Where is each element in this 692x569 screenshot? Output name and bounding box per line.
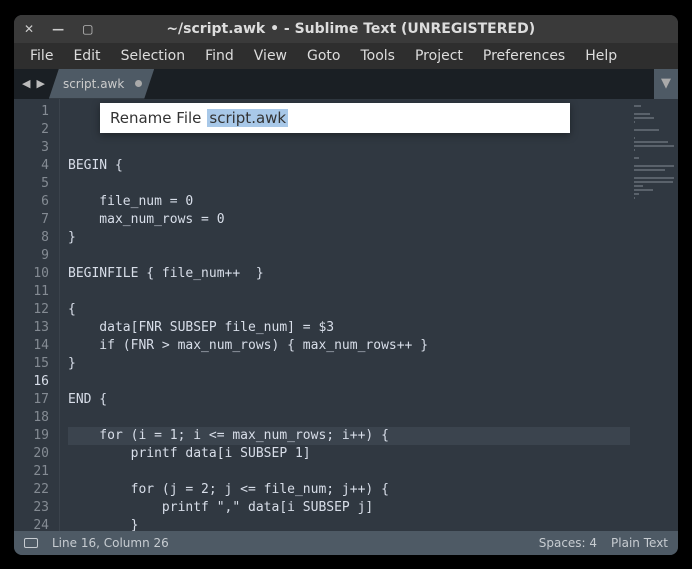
code-line[interactable]: if (FNR > max_num_rows) { max_num_rows++… [68, 337, 630, 355]
minimap-line [634, 177, 674, 179]
line-number: 6 [18, 193, 49, 211]
line-number: 14 [18, 337, 49, 355]
minimap-line [634, 181, 673, 183]
minimap-line [634, 137, 635, 139]
nav-forward-icon[interactable]: ▶ [36, 77, 44, 90]
line-number: 13 [18, 319, 49, 337]
minimap-line [634, 121, 635, 123]
menu-preferences[interactable]: Preferences [475, 44, 573, 68]
nav-back-icon[interactable]: ◀ [22, 77, 30, 90]
code-line[interactable]: data[FNR SUBSEP file_num] = $3 [68, 319, 630, 337]
titlebar: ✕ — ▢ ~/script.awk • - Sublime Text (UNR… [14, 15, 678, 43]
editor: 1234567891011121314151617181920212223242… [14, 99, 678, 531]
minimap-line [634, 169, 665, 171]
tab-script-awk[interactable]: script.awk [49, 69, 154, 99]
status-syntax[interactable]: Plain Text [611, 536, 668, 550]
line-number: 16 [18, 373, 49, 391]
line-number: 8 [18, 229, 49, 247]
line-number: 24 [18, 517, 49, 531]
code-line[interactable] [68, 409, 630, 427]
rename-label: Rename File [110, 109, 201, 127]
menu-file[interactable]: File [22, 44, 61, 68]
line-number: 7 [18, 211, 49, 229]
code-line[interactable] [68, 463, 630, 481]
menu-selection[interactable]: Selection [113, 44, 194, 68]
code-line[interactable]: for (i = 1; i <= max_num_rows; i++) { [68, 427, 630, 445]
line-number: 19 [18, 427, 49, 445]
menu-project[interactable]: Project [407, 44, 471, 68]
code-line[interactable]: BEGIN { [68, 157, 630, 175]
line-number: 4 [18, 157, 49, 175]
code-line[interactable]: } [68, 229, 630, 247]
menu-view[interactable]: View [246, 44, 295, 68]
code-line[interactable] [68, 247, 630, 265]
status-cursor-position[interactable]: Line 16, Column 26 [52, 536, 169, 550]
line-number: 15 [18, 355, 49, 373]
menu-goto[interactable]: Goto [299, 44, 348, 68]
code-line[interactable]: printf data[i SUBSEP 1] [68, 445, 630, 463]
line-number: 23 [18, 499, 49, 517]
minimap[interactable] [630, 99, 678, 531]
code-line[interactable]: BEGINFILE { file_num++ } [68, 265, 630, 283]
code-line[interactable]: { [68, 301, 630, 319]
menu-find[interactable]: Find [197, 44, 242, 68]
code-line[interactable]: END { [68, 391, 630, 409]
minimap-line [634, 145, 674, 147]
rename-file-overlay: Rename File script.awk [100, 103, 570, 133]
code-line[interactable]: } [68, 517, 630, 531]
line-number: 20 [18, 445, 49, 463]
line-number: 17 [18, 391, 49, 409]
minimap-line [634, 193, 639, 195]
menu-edit[interactable]: Edit [65, 44, 108, 68]
minimap-line [634, 165, 674, 167]
minimap-line [634, 157, 639, 159]
menu-help[interactable]: Help [577, 44, 625, 68]
code-line[interactable]: printf "," data[i SUBSEP j] [68, 499, 630, 517]
app-window: ✕ — ▢ ~/script.awk • - Sublime Text (UNR… [14, 15, 678, 555]
line-number: 1 [18, 103, 49, 121]
line-number: 11 [18, 283, 49, 301]
line-number: 12 [18, 301, 49, 319]
code-line[interactable]: for (j = 2; j <= file_num; j++) { [68, 481, 630, 499]
minimap-line [634, 189, 653, 191]
maximize-icon[interactable]: ▢ [82, 22, 93, 36]
menu-tools[interactable]: Tools [352, 44, 403, 68]
code-line[interactable] [68, 283, 630, 301]
line-number: 2 [18, 121, 49, 139]
line-number: 3 [18, 139, 49, 157]
close-icon[interactable]: ✕ [24, 22, 34, 36]
minimap-line [634, 129, 659, 131]
menubar: FileEditSelectionFindViewGotoToolsProjec… [14, 43, 678, 69]
code-line[interactable]: file_num = 0 [68, 193, 630, 211]
minimap-line [634, 185, 643, 187]
rename-input[interactable]: script.awk [207, 109, 288, 127]
code-area[interactable]: Rename File script.awk BEGIN { file_num … [60, 99, 630, 531]
statusbar: Line 16, Column 26 Spaces: 4 Plain Text [14, 531, 678, 555]
minimap-line [634, 141, 668, 143]
code-line[interactable]: } [68, 355, 630, 373]
line-number: 21 [18, 463, 49, 481]
minimap-line [634, 117, 654, 119]
dirty-indicator-icon [135, 80, 142, 87]
line-number: 22 [18, 481, 49, 499]
line-number: 10 [18, 265, 49, 283]
line-number: 18 [18, 409, 49, 427]
panel-switcher-icon[interactable] [24, 538, 38, 548]
minimap-line [634, 197, 635, 199]
minimap-line [634, 105, 641, 107]
status-indentation[interactable]: Spaces: 4 [539, 536, 597, 550]
code-line[interactable]: max_num_rows = 0 [68, 211, 630, 229]
line-number-gutter: 1234567891011121314151617181920212223242… [14, 99, 60, 531]
code-line[interactable] [68, 373, 630, 391]
minimap-line [634, 113, 650, 115]
line-number: 5 [18, 175, 49, 193]
minimap-line [634, 149, 635, 151]
line-number: 9 [18, 247, 49, 265]
minimize-icon[interactable]: — [52, 22, 64, 36]
tab-label: script.awk [63, 77, 124, 91]
window-title: ~/script.awk • - Sublime Text (UNREGISTE… [93, 21, 668, 37]
code-line[interactable] [68, 175, 630, 193]
tabbar: ◀ ▶ script.awk ▼ [14, 69, 678, 99]
tab-dropdown-icon[interactable]: ▼ [654, 69, 678, 99]
